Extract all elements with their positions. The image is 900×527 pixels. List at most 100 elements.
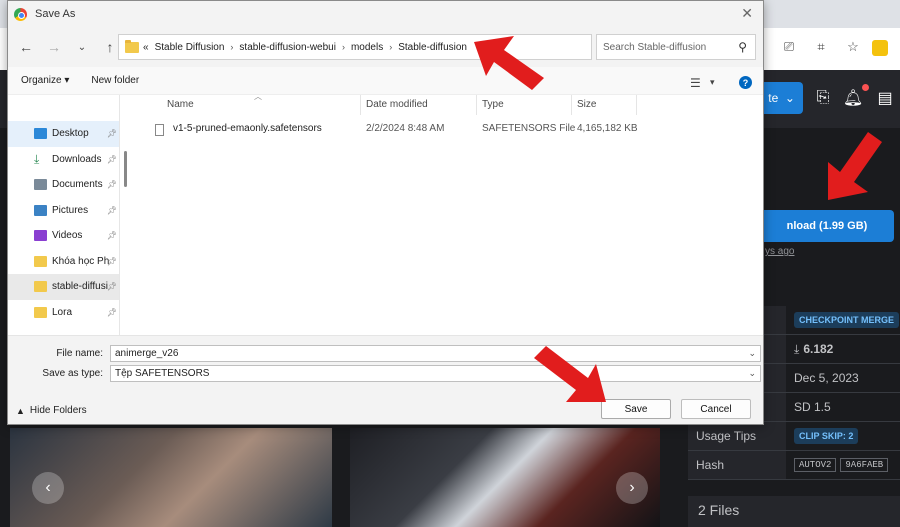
- videos-icon: [34, 230, 47, 242]
- save-as-type-dropdown-icon[interactable]: ⌄: [748, 368, 756, 379]
- breadcrumb-separator-icon[interactable]: ›: [342, 42, 345, 52]
- folder-icon: [34, 281, 47, 293]
- back-arrow-icon[interactable]: ←: [14, 35, 38, 59]
- column-divider[interactable]: [360, 95, 361, 115]
- help-icon[interactable]: ?: [739, 76, 752, 89]
- file-type: SAFETENSORS File: [482, 123, 576, 134]
- breadcrumb-item[interactable]: Stable Diffusion: [155, 42, 225, 53]
- pin-icon: 📌︎: [106, 307, 117, 317]
- file-icon: [155, 124, 164, 136]
- preview-image-1[interactable]: ‹: [10, 428, 332, 527]
- column-name[interactable]: Name: [167, 99, 194, 110]
- file-date: 2/2/2024 8:48 AM: [366, 123, 445, 134]
- navigation-pane: Desktop 📌︎ ⤓ Downloads 📌︎ Documents 📌︎ Pictu…: [8, 95, 120, 335]
- extension-icon[interactable]: [872, 40, 888, 56]
- cancel-button[interactable]: Cancel: [681, 399, 751, 419]
- hide-folders-toggle[interactable]: ▲ Hide Folders: [16, 405, 87, 416]
- annotation-arrow-address-bar: [474, 36, 544, 90]
- nav-scroll-thumb[interactable]: [124, 151, 127, 187]
- annotation-arrow-save: [534, 346, 606, 402]
- pin-icon: 📌︎: [106, 154, 117, 164]
- nav-item-stable-diffusion[interactable]: stable-diffusi 📌︎: [8, 274, 119, 300]
- cast-icon[interactable]: ⎚: [780, 38, 798, 56]
- nav-item-downloads[interactable]: ⤓ Downloads 📌︎: [8, 147, 119, 173]
- browser-toolbar-icons: ⎚ ⌗ ☆: [780, 38, 862, 56]
- download-count-icon: ⤓: [794, 341, 800, 356]
- nav-item-documents[interactable]: Documents 📌︎: [8, 172, 119, 198]
- file-name-dropdown-icon[interactable]: ⌄: [748, 348, 756, 359]
- nav-scrollbar[interactable]: [121, 95, 129, 335]
- file-name: v1-5-pruned-emaonly.safetensors: [173, 123, 322, 134]
- save-button[interactable]: Save: [601, 399, 671, 419]
- breadcrumb-overflow[interactable]: «: [143, 42, 149, 53]
- next-image-icon[interactable]: ›: [616, 472, 648, 504]
- download-button[interactable]: nload (1.99 GB): [760, 210, 894, 242]
- notification-dot: [862, 84, 869, 91]
- files-section-title: 2 Files: [688, 496, 900, 527]
- bell-icon[interactable]: 🔔︎: [843, 88, 863, 108]
- column-type[interactable]: Type: [482, 99, 504, 110]
- pin-icon: 📌︎: [106, 256, 117, 266]
- view-dropdown-icon[interactable]: ▾: [710, 77, 715, 88]
- prev-image-icon[interactable]: ‹: [32, 472, 64, 504]
- file-row[interactable]: v1-5-pruned-emaonly.safetensors 2/2/2024…: [133, 123, 763, 141]
- save-as-type-select[interactable]: Tệp SAFETENSORS ⌄: [110, 365, 761, 382]
- breadcrumb-item[interactable]: models: [351, 42, 383, 53]
- documents-icon: [34, 179, 47, 191]
- breadcrumb-item[interactable]: stable-diffusion-webui: [239, 42, 336, 53]
- save-as-type-label: Save as type:: [42, 368, 103, 379]
- info-row-hash: Hash AUTOV2 9A6FAEB: [688, 451, 900, 480]
- nav-item-pictures[interactable]: Pictures 📌︎: [8, 198, 119, 224]
- column-header-row: ︿ Name Date modified Type Size: [133, 92, 763, 115]
- nav-item-desktop[interactable]: Desktop 📌︎: [8, 121, 119, 147]
- save-as-dialog: Save As ✕ ← → ⌄ ↑ « Stable Diffusion › s…: [7, 0, 764, 425]
- nav-item-khoa-hoc[interactable]: Khóa học Ph 📌︎: [8, 249, 119, 275]
- breadcrumb-item[interactable]: Stable-diffusion: [398, 42, 467, 53]
- file-name-input[interactable]: animerge_v26 ⌄: [110, 345, 761, 362]
- search-placeholder: Search Stable-diffusion: [603, 41, 707, 53]
- pin-icon: 📌︎: [106, 180, 117, 190]
- clip-skip-badge: CLIP SKIP: 2: [794, 428, 859, 444]
- forward-arrow-icon[interactable]: →: [42, 35, 66, 59]
- search-icon: ⚲: [738, 40, 747, 54]
- file-list: ︿ Name Date modified Type Size v1-5-prun…: [133, 92, 763, 335]
- folder-icon: [125, 39, 139, 53]
- search-input[interactable]: Search Stable-diffusion ⚲: [596, 34, 756, 60]
- close-icon[interactable]: ✕: [741, 5, 753, 22]
- column-date-modified[interactable]: Date modified: [366, 99, 428, 110]
- dialog-footer: File name: animerge_v26 ⌄ Save as type: …: [8, 335, 763, 424]
- type-badge: CHECKPOINT MERGE: [794, 312, 900, 328]
- organize-menu[interactable]: Organize ▾: [21, 75, 69, 86]
- column-size[interactable]: Size: [577, 99, 596, 110]
- file-name-label: File name:: [56, 348, 103, 359]
- pin-icon: 📌︎: [106, 205, 117, 215]
- view-options-icon[interactable]: ☰: [690, 76, 701, 90]
- bookmark-star-icon[interactable]: ☆: [844, 38, 862, 56]
- new-folder-button[interactable]: New folder: [91, 75, 139, 86]
- column-divider[interactable]: [571, 95, 572, 115]
- column-divider[interactable]: [476, 95, 477, 115]
- updated-ago-text: ys ago: [765, 246, 795, 257]
- column-divider[interactable]: [636, 95, 637, 115]
- command-bar: Organize ▾ New folder: [8, 67, 763, 95]
- breadcrumb-separator-icon[interactable]: ›: [389, 42, 392, 52]
- desktop-icon: [34, 128, 47, 140]
- hash-value[interactable]: 9A6FAEB: [840, 458, 889, 472]
- upload-icon[interactable]: ⎘: [813, 88, 833, 108]
- chat-icon[interactable]: ▤: [875, 88, 895, 108]
- chevron-up-icon: ▲: [16, 405, 25, 416]
- translate-icon[interactable]: ⌗: [812, 38, 830, 56]
- breadcrumb-separator-icon[interactable]: ›: [230, 42, 233, 52]
- annotation-arrow-download: [828, 132, 882, 200]
- downloads-icon: ⤓: [34, 151, 40, 166]
- folder-icon: [34, 255, 47, 267]
- nav-item-videos[interactable]: Videos 📌︎: [8, 223, 119, 249]
- nav-item-lora[interactable]: Lora 📌︎: [8, 300, 119, 326]
- dialog-content: Desktop 📌︎ ⤓ Downloads 📌︎ Documents 📌︎ Pictu…: [8, 92, 763, 335]
- info-row-usage-tips: Usage Tips CLIP SKIP: 2: [688, 422, 900, 451]
- preview-image-2[interactable]: ›: [350, 428, 660, 527]
- pin-icon: 📌︎: [106, 282, 117, 292]
- pin-icon: 📌︎: [106, 129, 117, 139]
- hash-type[interactable]: AUTOV2: [794, 458, 837, 472]
- recent-chevron-icon[interactable]: ⌄: [70, 35, 94, 59]
